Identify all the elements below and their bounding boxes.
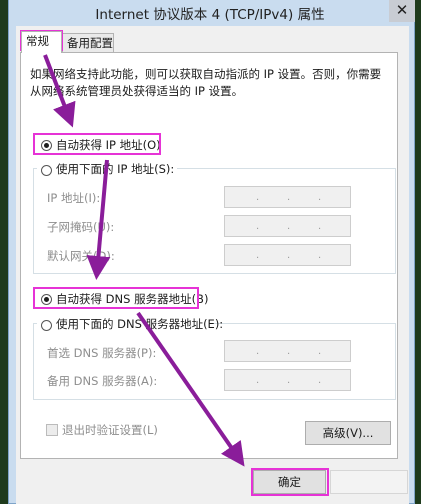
manual-ip-label[interactable]: 使用下面的 IP 地址(S): (56, 161, 174, 177)
alternate-dns-label: 备用 DNS 服务器(A): (47, 374, 158, 388)
highlight-auto-dns (33, 287, 199, 309)
validate-on-exit-label: 退出时验证设置(L) (62, 423, 158, 437)
close-icon: ✕ (395, 1, 409, 19)
description-text: 如果网络支持此功能，则可以获取自动指派的 IP 设置。否则，你需要从网络系统管理… (30, 67, 382, 98)
preferred-dns-label: 首选 DNS 服务器(P): (47, 346, 157, 360)
highlight-ok-button (251, 468, 329, 496)
cancel-button[interactable] (330, 470, 408, 494)
validate-on-exit-checkbox[interactable] (46, 424, 58, 436)
manual-dns-label[interactable]: 使用下面的 DNS 服务器地址(E): (56, 316, 223, 332)
highlight-auto-ip (33, 133, 161, 155)
tab-general-label: 常规 (26, 34, 49, 48)
ip-address-field[interactable]: ... (224, 186, 351, 208)
subnet-mask-label: 子网掩码(U): (47, 220, 115, 234)
close-button[interactable]: ✕ (389, 0, 415, 22)
subnet-mask-field[interactable]: ... (224, 215, 351, 237)
preferred-dns-field[interactable]: ... (224, 340, 351, 362)
alternate-dns-field[interactable]: ... (224, 369, 351, 391)
default-gateway-label: 默认网关(D): (47, 249, 115, 263)
tab-general[interactable]: 常规 (21, 31, 62, 53)
tab-alternate-config[interactable]: 备用配置 (62, 33, 114, 53)
manual-ip-radio[interactable] (41, 165, 52, 176)
window-title: Internet 协议版本 4 (TCP/IPv4) 属性 (95, 7, 325, 23)
manual-dns-radio[interactable] (41, 320, 52, 331)
ip-address-label: IP 地址(I): (47, 191, 101, 205)
tab-alternate-config-label: 备用配置 (67, 36, 113, 50)
default-gateway-field[interactable]: ... (224, 244, 351, 266)
advanced-button[interactable]: 高级(V)... (305, 421, 391, 445)
